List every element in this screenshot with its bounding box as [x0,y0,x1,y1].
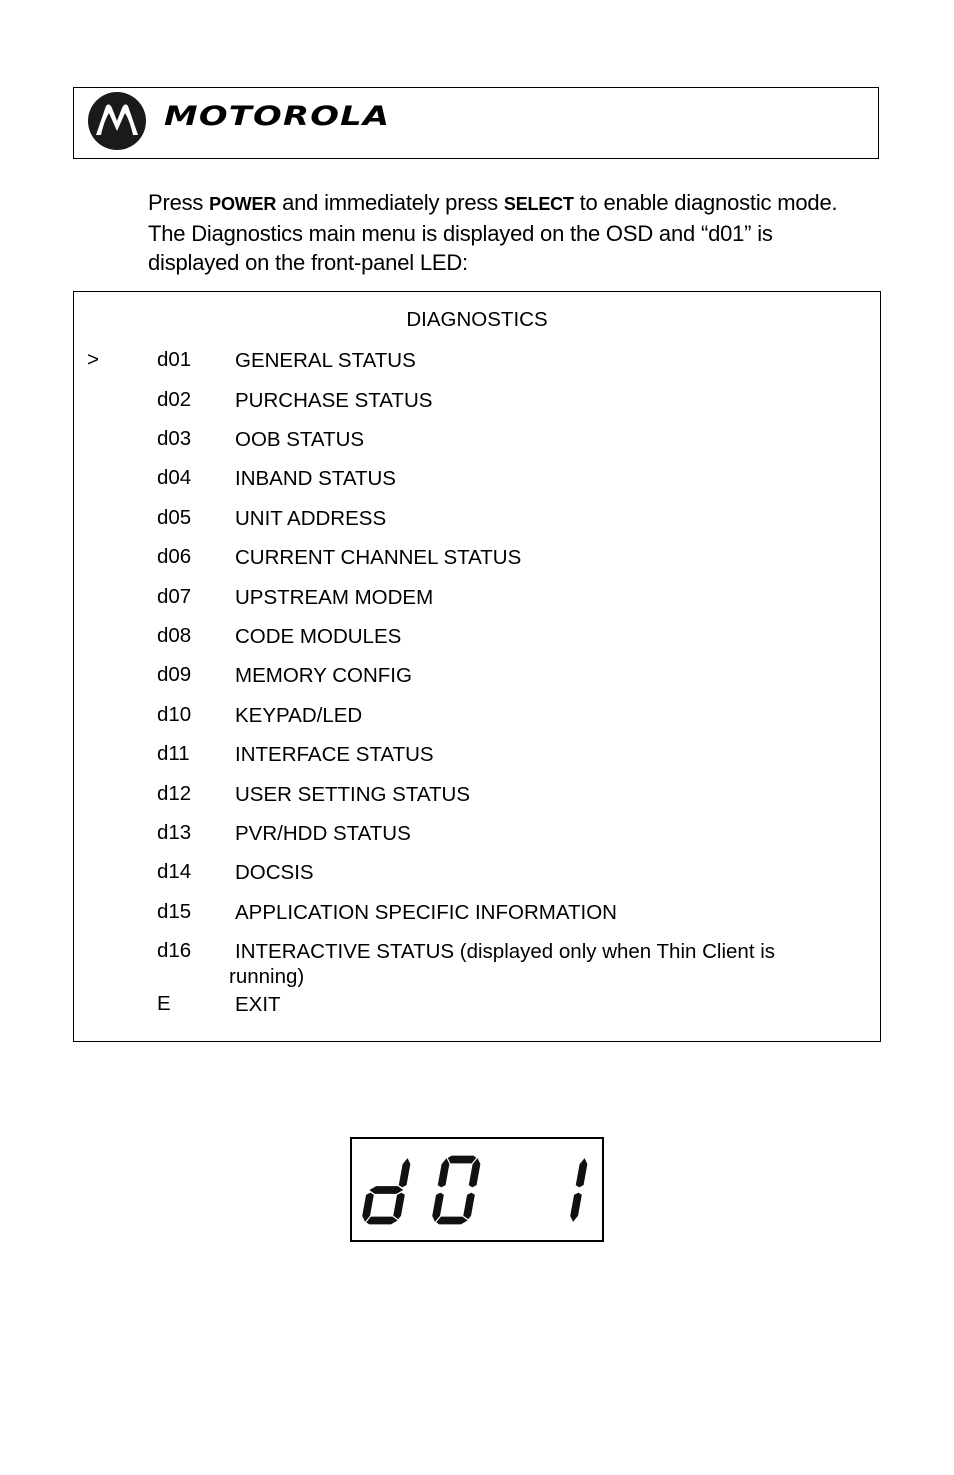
menu-item-code: d07 [157,585,192,608]
intro-text: and immediately press [276,190,504,215]
led-digit-4 [568,1155,589,1225]
menu-item-label: INTERACTIVE STATUS (displayed only when … [229,939,820,989]
menu-item-label-continued: running) [229,965,305,988]
intro-text: Press [148,190,210,215]
menu-item-label: PURCHASE STATUS [235,388,820,413]
menu-item-label-text: KEYPAD/LED [235,704,363,727]
menu-item-d10[interactable]: d10 KEYPAD/LED [74,703,880,729]
menu-item-d07[interactable]: d07 UPSTREAM MODEM [74,585,880,611]
menu-item-label: APPLICATION SPECIFIC INFORMATION [235,900,820,925]
menu-item-label: UNIT ADDRESS [235,506,820,531]
menu-item-label: OOB STATUS [235,427,820,452]
menu-item-code: d06 [157,545,192,568]
select-key-label: SELECT [503,194,574,214]
menu-item-d08[interactable]: d08 CODE MODULES [74,624,880,650]
menu-item-code: d12 [157,782,192,805]
menu-item-label-text: CURRENT CHANNEL STATUS [235,546,522,569]
menu-item-d12[interactable]: d12 USER SETTING STATUS [74,782,880,808]
menu-item-label: INTERFACE STATUS [235,742,820,767]
menu-item-label: UPSTREAM MODEM [235,585,820,610]
menu-item-code: d14 [157,860,192,883]
menu-item-label-text: OOB STATUS [235,428,365,451]
menu-item-label-text: PVR/HDD STATUS [235,822,411,845]
led-digit-1 [360,1155,412,1226]
menu-item-label: USER SETTING STATUS [235,782,820,807]
menu-item-d04[interactable]: d04 INBAND STATUS [74,466,880,492]
menu-item-d16[interactable]: d16 INTERACTIVE STATUS (displayed only wh… [74,939,880,988]
menu-item-label-text: INTERFACE STATUS [235,743,434,766]
menu-item-label-text: UNIT ADDRESS [235,507,387,530]
brand-name: MOTOROLA [164,101,391,132]
led-segment-g [367,1184,406,1196]
motorola-logo-icon [88,92,146,150]
menu-item-label-text: INBAND STATUS [235,467,396,490]
menu-item-code: d10 [157,703,192,726]
menu-item-label-text: MEMORY CONFIG [235,664,412,687]
menu-item-d03[interactable]: d03 OOB STATUS [74,427,880,453]
menu-item-code: d04 [157,466,192,489]
header-logo-box: MOTOROLA [73,87,879,159]
led-display [360,1154,589,1226]
led-segment-b [574,1155,589,1189]
menu-item-d01[interactable]: > d01 GENERAL STATUS [74,348,880,374]
menu-item-d14[interactable]: d14 DOCSIS [74,860,880,886]
menu-item-label: MEMORY CONFIG [235,663,820,688]
menu-item-label: PVR/HDD STATUS [235,821,820,846]
menu-item-code: E [157,992,171,1015]
led-segment-f [436,1155,451,1189]
menu-item-label: GENERAL STATUS [235,348,820,373]
menu-item-label: KEYPAD/LED [235,703,820,728]
menu-item-label-text: USER SETTING STATUS [235,783,471,806]
menu-item-d13[interactable]: d13 PVR/HDD STATUS [74,821,880,847]
menu-item-d02[interactable]: d02 PURCHASE STATUS [74,388,880,414]
selection-cursor: > [87,348,99,371]
led-segment-b [397,1155,412,1189]
menu-item-label: CURRENT CHANNEL STATUS [235,545,820,570]
menu-item-code: d09 [157,663,192,686]
menu-item-label: CODE MODULES [235,624,820,649]
menu-item-e[interactable]: E EXIT [74,992,880,1018]
menu-item-label-text: UPSTREAM MODEM [235,586,434,609]
diagnostics-menu: DIAGNOSTICS > d01 GENERAL STATUS d02 PURCHAS… [73,291,881,1042]
menu-item-label-text: PURCHASE STATUS [235,389,433,412]
menu-item-label-text: INTERACTIVE STATUS (displayed only when … [235,940,776,963]
menu-item-d06[interactable]: d06 CURRENT CHANNEL STATUS [74,545,880,571]
menu-item-label-text: GENERAL STATUS [235,349,416,372]
menu-item-d15[interactable]: d15 APPLICATION SPECIFIC INFORMATION [74,900,880,926]
intro-paragraph: Press POWER and immediately press SELECT… [148,188,868,277]
led-digit-2 [430,1154,482,1226]
menu-item-code: d08 [157,624,192,647]
menu-item-code: d15 [157,900,192,923]
menu-item-code: d16 [157,939,192,962]
menu-item-d11[interactable]: d11 INTERFACE STATUS [74,742,880,768]
menu-title: DIAGNOSTICS [406,308,548,331]
menu-item-code: d13 [157,821,192,844]
menu-item-label: EXIT [235,992,820,1017]
menu-item-d05[interactable]: d05 UNIT ADDRESS [74,506,880,532]
menu-item-code: d02 [157,388,192,411]
menu-item-label: DOCSIS [235,860,820,885]
menu-item-code: d05 [157,506,192,529]
menu-item-label-text: APPLICATION SPECIFIC INFORMATION [235,901,617,924]
menu-item-code: d01 [157,348,192,371]
menu-item-label-text: EXIT [235,993,281,1016]
front-panel-led [350,1137,604,1242]
menu-item-label-text: DOCSIS [235,861,314,884]
menu-item-label-text: CODE MODULES [235,625,402,648]
menu-item-code: d03 [157,427,192,450]
led-segment-c [568,1191,584,1225]
menu-item-d09[interactable]: d09 MEMORY CONFIG [74,663,880,689]
power-key-label: POWER [209,194,277,214]
menu-item-label: INBAND STATUS [235,466,820,491]
menu-item-code: d11 [157,742,190,765]
